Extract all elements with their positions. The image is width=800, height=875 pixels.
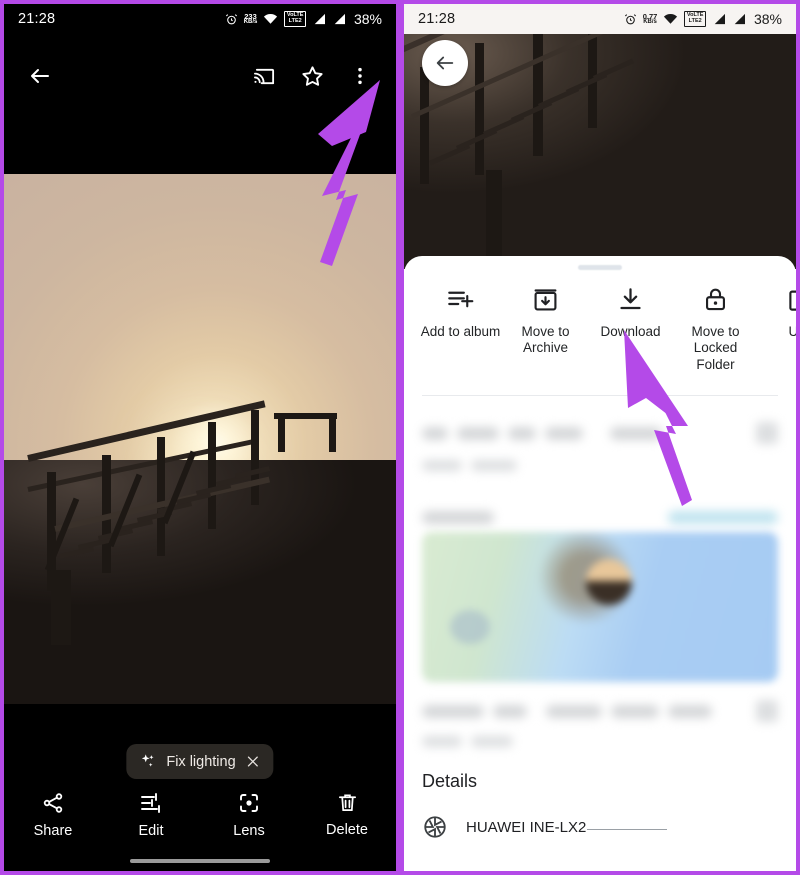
- detail-row-camera[interactable]: HUAWEI INE-LX2: [404, 792, 796, 840]
- alarm-clock-icon: [225, 13, 238, 26]
- right-phone-panel: 21:28 0.77 KB/s VoLTE LTE2: [400, 0, 800, 875]
- back-button[interactable]: [422, 40, 468, 86]
- action-use[interactable]: Use: [758, 286, 796, 340]
- share-label: Share: [34, 823, 73, 839]
- map-photo-pin: [586, 559, 632, 605]
- home-indicator: [130, 859, 270, 863]
- bottom-action-bar: Share Edit Lens: [4, 779, 396, 871]
- network-speed-unit: KB/s: [643, 20, 657, 26]
- obscured-location-section: [404, 511, 796, 524]
- action-label: Use: [788, 324, 796, 340]
- wifi-icon: [263, 13, 278, 25]
- volte-indicator-icon: VoLTE LTE2: [684, 11, 706, 27]
- action-move-to-archive[interactable]: Move to Archive: [503, 286, 588, 357]
- status-clock: 21:28: [418, 11, 455, 27]
- star-outline-icon: [300, 64, 325, 89]
- camera-model-text: HUAWEI INE-LX2: [466, 819, 586, 836]
- back-arrow-icon: [28, 64, 52, 88]
- close-x-icon[interactable]: [246, 754, 261, 769]
- share-icon: [41, 791, 65, 815]
- aperture-icon: [422, 814, 448, 840]
- network-speed: 233 KB/s: [244, 13, 258, 26]
- action-move-to-locked-folder[interactable]: Move to Locked Folder: [673, 286, 758, 373]
- action-add-to-album[interactable]: Add to album: [418, 286, 503, 340]
- alarm-clock-icon: [624, 13, 637, 26]
- delete-button[interactable]: Delete: [307, 791, 387, 838]
- lens-button[interactable]: Lens: [209, 791, 289, 839]
- map-blob: [450, 610, 490, 644]
- app-top-bar: [4, 34, 396, 174]
- action-download[interactable]: Download: [588, 286, 673, 340]
- archive-icon: [532, 286, 559, 313]
- info-bottom-sheet: Add to album Move to Archive Downlo: [404, 256, 796, 871]
- back-button[interactable]: [20, 56, 60, 96]
- action-label: Download: [600, 324, 660, 340]
- camera-model: HUAWEI INE-LX2: [466, 819, 667, 836]
- action-label: Add to album: [421, 324, 501, 340]
- favorite-button[interactable]: [292, 56, 332, 96]
- sliders-icon: [139, 791, 163, 815]
- signal-bars-icon: [332, 13, 346, 25]
- status-bar: 21:28 0.77 KB/s VoLTE LTE2: [404, 4, 796, 34]
- network-speed-unit: KB/s: [244, 20, 258, 26]
- edit-label: Edit: [139, 823, 164, 839]
- drag-handle[interactable]: [578, 265, 622, 270]
- volte-indicator-icon: VoLTE LTE2: [284, 11, 306, 27]
- lens-label: Lens: [233, 823, 264, 839]
- three-dot-menu-icon: [349, 65, 371, 87]
- quick-actions-row: Add to album Move to Archive Downlo: [404, 270, 796, 373]
- delete-label: Delete: [326, 822, 368, 838]
- signal-bars-icon: [732, 13, 746, 25]
- fix-lighting-label: Fix lighting: [166, 754, 235, 770]
- action-label: Move to Locked Folder: [673, 324, 758, 373]
- cast-button[interactable]: [244, 56, 284, 96]
- signal-bars-icon: [712, 13, 726, 25]
- battery-percent: 38%: [754, 11, 782, 27]
- fix-lighting-chip[interactable]: Fix lighting: [126, 744, 273, 779]
- volte-label-bottom: LTE2: [289, 19, 302, 25]
- download-icon: [617, 286, 644, 313]
- cast-icon: [253, 65, 276, 88]
- lock-icon: [702, 286, 729, 313]
- details-heading: Details: [404, 747, 796, 792]
- overflow-menu-button[interactable]: [340, 56, 380, 96]
- wifi-icon: [663, 13, 678, 25]
- obscured-date-section: [404, 422, 796, 471]
- add-to-album-icon: [447, 286, 474, 313]
- obscured-path-section: [404, 700, 796, 747]
- volte-label-bottom: LTE2: [689, 19, 702, 25]
- divider: [422, 395, 778, 396]
- back-arrow-icon: [434, 52, 456, 74]
- open-in-new-icon: [787, 286, 796, 313]
- wooden-bridge: [4, 407, 396, 704]
- trash-icon: [336, 791, 359, 814]
- underline-tail: [587, 829, 667, 830]
- status-bar: 21:28 233 KB/s VoLTE LTE2: [4, 4, 396, 34]
- edit-button[interactable]: Edit: [111, 791, 191, 839]
- battery-percent: 38%: [354, 11, 382, 27]
- left-phone-panel: 21:28 233 KB/s VoLTE LTE2: [0, 0, 400, 875]
- sparkle-icon: [139, 753, 156, 770]
- status-clock: 21:28: [18, 11, 55, 27]
- lens-icon: [237, 791, 261, 815]
- action-label: Move to Archive: [503, 324, 588, 357]
- share-button[interactable]: Share: [13, 791, 93, 839]
- location-map[interactable]: [422, 532, 778, 682]
- signal-bars-icon: [312, 13, 326, 25]
- network-speed: 0.77 KB/s: [643, 13, 658, 26]
- photo-viewer[interactable]: [4, 174, 396, 704]
